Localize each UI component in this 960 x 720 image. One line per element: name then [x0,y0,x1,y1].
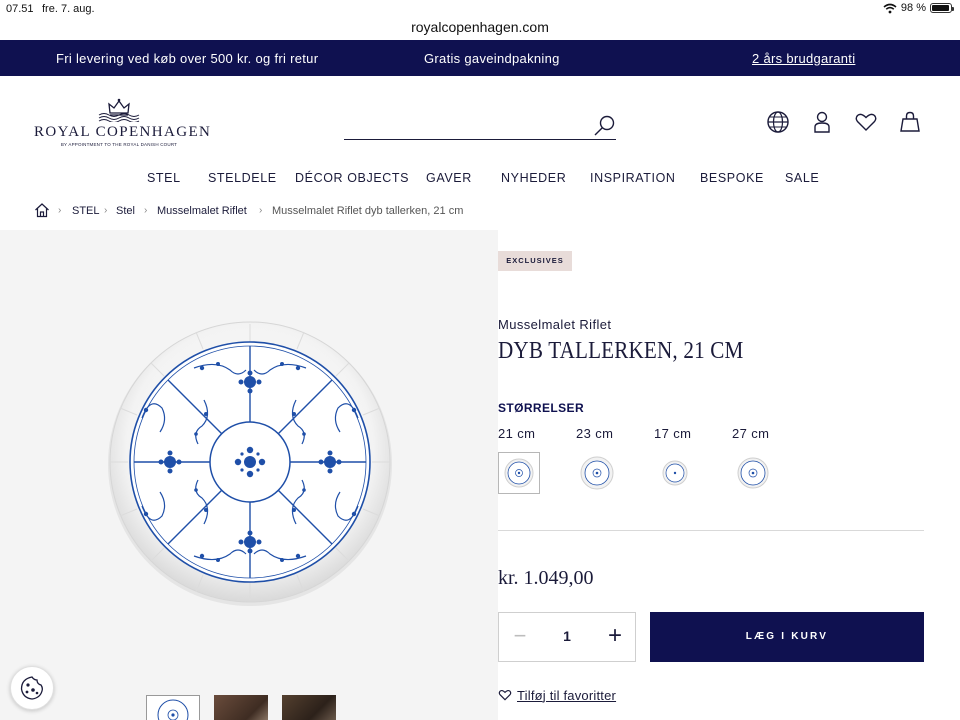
product-collection[interactable]: Musselmalet Riflet [498,317,611,332]
size-thumbnail [732,452,774,494]
nav-item-bespoke[interactable]: BESPOKE [700,171,764,185]
nav-item-stel[interactable]: STEL [147,171,181,185]
product-title: DYB TALLERKEN, 21 CM [498,338,744,364]
chevron-right-icon: › [104,205,108,216]
nav-item-sale[interactable]: SALE [785,171,819,185]
promo-guarantee-link[interactable]: 2 års brudgaranti [752,51,855,66]
breadcrumb-collection[interactable]: Musselmalet Riflet [157,205,247,217]
add-to-favorites-link[interactable]: Tilføj til favoritter [498,686,616,704]
product-details: EXCLUSIVES Musselmalet Riflet DYB TALLER… [498,230,960,720]
size-label: 23 cm [576,426,614,441]
search-icon[interactable] [592,114,616,138]
status-time: 07.51 [6,3,34,15]
product-gallery [0,230,498,720]
brand-logo[interactable]: ROYAL COPENHAGEN BY APPOINTMENT TO THE R… [34,98,212,152]
waves-icon [98,113,140,122]
chevron-right-icon: › [259,205,263,216]
globe-icon[interactable] [766,110,790,134]
bag-icon[interactable] [898,110,922,134]
favorites-label: Tilføj til favoritter [517,687,617,703]
size-label: 21 cm [498,426,536,441]
promo-delivery: Fri levering ved køb over 500 kr. og fri… [56,51,319,66]
chevron-right-icon: › [58,205,62,216]
breadcrumb-stel-sub[interactable]: Stel [116,205,135,217]
quantity-increase-button[interactable]: + [603,624,627,650]
status-right: 98 % [883,2,954,14]
size-thumbnail [654,452,696,494]
user-icon[interactable] [810,110,834,134]
brand-name: ROYAL COPENHAGEN [34,124,212,140]
quantity-decrease-button[interactable]: − [509,625,531,649]
search-input[interactable] [344,112,584,138]
exclusives-badge: EXCLUSIVES [498,251,572,271]
search-bar [344,112,616,140]
nav-item-steldele[interactable]: STELDELE [208,171,277,185]
cookie-icon [20,676,43,700]
plate-image [108,321,392,606]
site-header: ROYAL COPENHAGEN BY APPOINTMENT TO THE R… [0,76,960,230]
nav-item-decor-objects[interactable]: DÉCOR OBJECTS [295,171,409,185]
nav-item-gaver[interactable]: GAVER [426,171,472,185]
url-bar[interactable]: royalcopenhagen.com [0,18,960,40]
add-to-cart-button[interactable]: LÆG I KURV [650,612,924,662]
heart-icon [498,689,512,701]
size-thumbnail [498,452,540,494]
heart-icon[interactable] [854,110,878,134]
thumbnail-lifestyle-1[interactable] [214,695,268,720]
product-image[interactable] [106,320,394,613]
header-actions [766,110,922,134]
divider [498,530,924,531]
promo-gift-wrap: Gratis gaveindpakning [424,51,560,66]
home-icon[interactable] [34,202,50,218]
brand-appointment: BY APPOINTMENT TO THE ROYAL DANISH COURT [60,142,178,147]
battery-icon [930,3,954,13]
breadcrumb-stel[interactable]: STEL [72,205,100,217]
size-label: 17 cm [654,426,692,441]
sizes-heading: STØRRELSER [498,401,585,415]
thumbnail-lifestyle-2[interactable] [282,695,336,720]
nav-item-inspiration[interactable]: INSPIRATION [590,171,676,185]
quantity-stepper: − 1 + [498,612,636,662]
breadcrumb-current: Musselmalet Riflet dyb tallerken, 21 cm [272,205,464,217]
product-price: kr. 1.049,00 [498,567,594,589]
nav-item-nyheder[interactable]: NYHEDER [501,171,566,185]
thumbnail-strip [146,695,336,720]
quantity-value[interactable]: 1 [555,628,579,644]
status-date: fre. 7. aug. [42,3,95,15]
size-thumbnail [576,452,618,494]
battery-percent: 98 % [900,2,926,14]
chevron-right-icon: › [144,205,148,216]
cookie-settings-button[interactable] [10,666,54,710]
thumbnail-plate[interactable] [146,695,200,720]
status-bar: 07.51 fre. 7. aug. 98 % [0,0,960,18]
wifi-icon [883,3,897,13]
main-nav: STEL STELDELE DÉCOR OBJECTS GAVER NYHEDE… [0,171,960,191]
promo-banner: Fri levering ved køb over 500 kr. og fri… [0,40,960,76]
size-label: 27 cm [732,426,770,441]
